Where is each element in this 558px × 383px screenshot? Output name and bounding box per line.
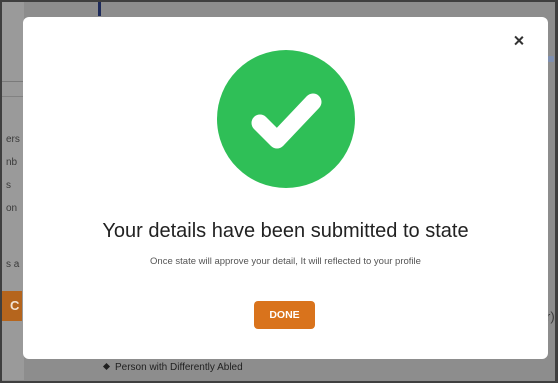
done-button[interactable]: DONE bbox=[254, 301, 315, 329]
modal-title: Your details have been submitted to stat… bbox=[102, 220, 469, 242]
background-divider bbox=[2, 81, 24, 82]
background-divider bbox=[2, 96, 24, 97]
success-modal: Your details have been submitted to stat… bbox=[23, 17, 548, 359]
background-sidebar-text: ers bbox=[6, 134, 20, 145]
background-logo-fragment bbox=[98, 2, 101, 16]
background-icon-fragment bbox=[548, 56, 554, 62]
close-icon[interactable] bbox=[512, 34, 526, 48]
modal-message: Once state will approve your detail, It … bbox=[150, 256, 421, 267]
background-action-button: C bbox=[2, 291, 22, 321]
background-sidebar-text: on bbox=[6, 203, 18, 214]
bullet-icon bbox=[102, 362, 111, 371]
background-list-item-label: Person with Differently Abled bbox=[115, 362, 243, 373]
background-list-item: Person with Differently Abled bbox=[102, 362, 243, 373]
background-sidebar-text: nb bbox=[6, 157, 18, 168]
background-sidebar bbox=[2, 2, 24, 380]
background-sidebar-text: s bbox=[6, 180, 11, 191]
check-circle-icon bbox=[217, 50, 355, 188]
background-sidebar-text: s a bbox=[6, 259, 20, 270]
